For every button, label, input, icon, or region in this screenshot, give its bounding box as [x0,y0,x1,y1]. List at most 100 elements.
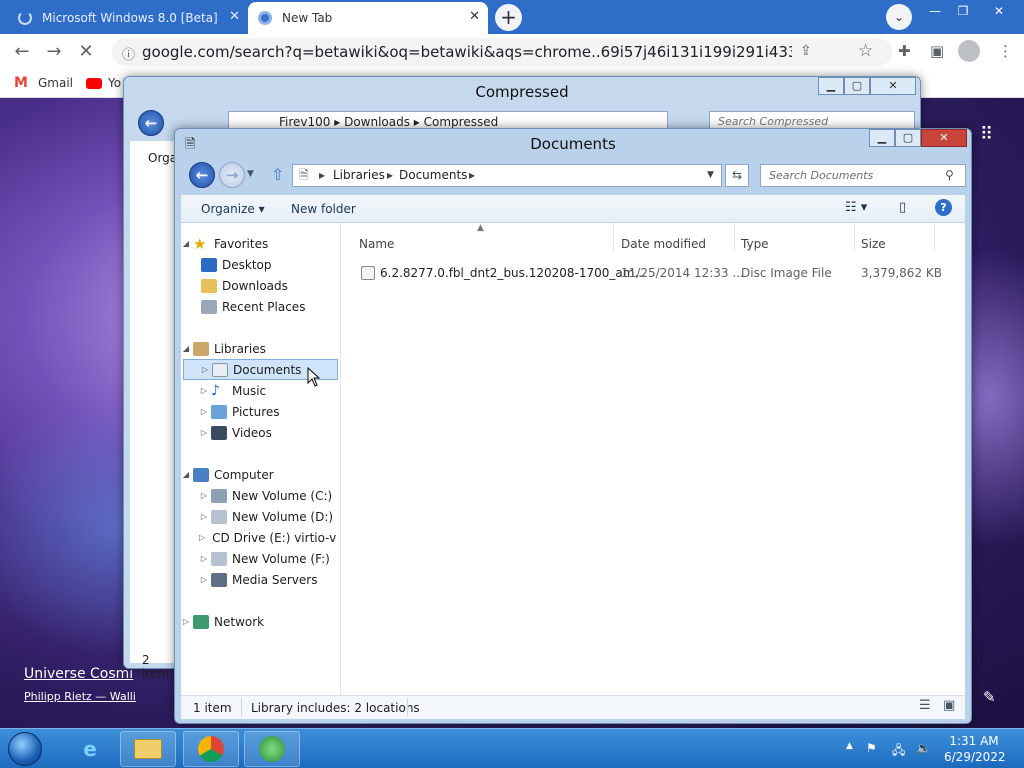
breadcrumb-item[interactable]: Documents [399,165,467,186]
browser-tab-active[interactable]: New Tab ✕ [248,2,488,34]
nav-item-drive-d[interactable]: ▷ New Volume (D:) [181,506,336,527]
forward-button[interactable]: → [40,38,68,66]
app-icon[interactable] [244,731,300,767]
details-view-icon[interactable]: ☰ [919,698,931,713]
close-button[interactable]: ✕ [870,77,916,95]
network-icon [193,614,209,629]
nav-item-pictures[interactable]: ▷ Pictures [181,401,336,422]
wallpaper-title-link[interactable]: Universe Cosmi [24,666,136,682]
column-header-name[interactable]: Name [359,237,394,251]
close-tab-icon[interactable]: ✕ [469,10,480,24]
recent-pages-icon[interactable]: ▼ [247,169,254,179]
minimize-button[interactable]: ▁ [818,77,844,95]
side-panel-icon[interactable]: ▣ [930,42,944,60]
window-icon: 🗎 [185,137,196,152]
preview-pane-icon[interactable]: ▯ [899,200,906,215]
breadcrumb-item[interactable]: Downloads [344,115,410,129]
explorer-window-documents: Documents 🗎 ▁ ▢ ✕ ← → ▼ ⇧ 🗎 ▸ Libraries … [174,128,972,724]
profile-avatar[interactable] [958,40,980,62]
search-icon[interactable]: ⚲ [945,168,954,182]
nav-item-drive-f[interactable]: ▷ New Volume (F:) [181,548,336,569]
back-button[interactable]: ← [8,38,36,66]
organize-button[interactable]: Orga [148,151,177,165]
network-icon[interactable]: 🖧 [892,741,905,762]
refresh-icon[interactable]: ⇆ [725,164,749,187]
nav-favorites[interactable]: ◢ ★ Favorites [181,233,336,254]
nav-item-downloads[interactable]: Downloads [181,275,336,296]
nav-item-drive-c[interactable]: ▷ New Volume (C:) [181,485,336,506]
address-bar[interactable]: 🗎 ▸ Libraries ▸ Documents ▸ ▼ [292,164,722,187]
nav-item-drive-e[interactable]: ▷ CD Drive (E:) virtio-v [181,527,336,548]
nav-label: Computer [214,467,274,482]
share-icon[interactable]: ⇪ [800,43,812,59]
window-title: Documents [530,135,616,153]
up-icon[interactable]: ⇧ [271,165,284,184]
chrome-icon[interactable] [183,731,239,767]
videos-icon [211,425,227,440]
sort-indicator-icon: ▲ [477,223,484,233]
breadcrumb-item[interactable]: Libraries [333,165,385,186]
maximize-button[interactable]: ▢ [895,129,921,147]
wallpaper-author-link[interactable]: Philipp Rietz — Walli [24,690,136,703]
new-folder-button[interactable]: New folder [291,202,356,216]
back-button[interactable]: ← [189,162,215,188]
close-button[interactable]: ✕ [921,129,967,147]
stop-button[interactable]: ✕ [72,38,100,66]
search-input[interactable]: Search Documents [760,164,966,187]
browser-tab[interactable]: Microsoft Windows 8.0 [Beta] se ✕ [8,2,248,34]
large-icons-view-icon[interactable]: ▣ [943,698,955,713]
nav-item-videos[interactable]: ▷ Videos [181,422,336,443]
apps-grid-icon[interactable]: ⠿ [980,124,993,145]
desktop-icon [201,257,217,272]
info-icon[interactable]: ⓘ [122,44,135,63]
new-tab-button[interactable]: + [495,4,522,31]
nav-item-media-servers[interactable]: ▷ Media Servers [181,569,336,590]
restore-button[interactable]: ❐ [948,2,978,20]
start-button[interactable] [8,732,42,766]
browser-toolbar: ← → ✕ ⓘ google.com/search?q=betawiki&oq=… [0,34,1024,70]
bookmark-star-icon[interactable]: ☆ [858,41,873,61]
nav-network[interactable]: ▷ Network [181,611,336,632]
nav-libraries[interactable]: ◢ Libraries [181,338,336,359]
internet-explorer-icon[interactable]: e [62,731,118,767]
omnibox[interactable]: ⓘ google.com/search?q=betawiki&oq=betawi… [112,38,892,66]
minimize-button[interactable]: — [920,2,950,20]
breadcrumb-item[interactable]: Firev100 [279,115,330,129]
nav-label: Media Servers [232,572,318,587]
nav-label: Libraries [214,341,266,356]
view-options-icon[interactable]: ☷ ▾ [845,200,867,215]
omnibox-url: google.com/search?q=betawiki&oq=betawiki… [142,43,792,61]
column-header-type[interactable]: Type [741,237,769,251]
file-explorer-icon[interactable] [120,731,176,767]
computer-icon [193,467,209,482]
drive-icon [211,488,227,503]
show-hidden-icons[interactable]: ▲ [846,741,853,751]
minimize-button[interactable]: ▁ [869,129,895,147]
nav-item-desktop[interactable]: Desktop [181,254,336,275]
nav-computer[interactable]: ◢ Computer [181,464,336,485]
edit-pencil-icon[interactable]: ✎ [983,688,996,706]
clock[interactable]: 1:31 AM 6/29/2022 [944,733,1006,765]
downloads-folder-icon [201,278,217,293]
bookmark-gmail[interactable]: M Gmail [14,76,73,90]
action-center-icon[interactable]: ⚑ [866,741,877,755]
bookmark-youtube[interactable]: Yo [86,76,121,90]
organize-button[interactable]: Organize ▾ [201,202,265,216]
column-header-size[interactable]: Size [861,237,886,251]
column-header-date[interactable]: Date modified [621,237,706,251]
tab-search-button[interactable]: ⌄ [886,4,912,30]
address-dropdown-icon[interactable]: ▼ [707,165,714,186]
close-tab-icon[interactable]: ✕ [229,10,240,24]
menu-icon[interactable]: ⋮ [998,42,1013,60]
close-window-button[interactable]: ✕ [984,2,1014,20]
nav-label: Downloads [222,278,288,293]
maximize-button[interactable]: ▢ [844,77,870,95]
nav-label: Network [214,614,265,629]
breadcrumb-item[interactable]: Compressed [424,115,499,129]
volume-icon[interactable]: 🔈 [916,741,931,755]
nav-item-recent-places[interactable]: Recent Places [181,296,336,317]
help-icon[interactable]: ? [935,199,952,216]
forward-button[interactable]: → [219,162,245,188]
extensions-icon[interactable]: ✚ [898,42,911,60]
back-button[interactable]: ← [138,110,164,136]
